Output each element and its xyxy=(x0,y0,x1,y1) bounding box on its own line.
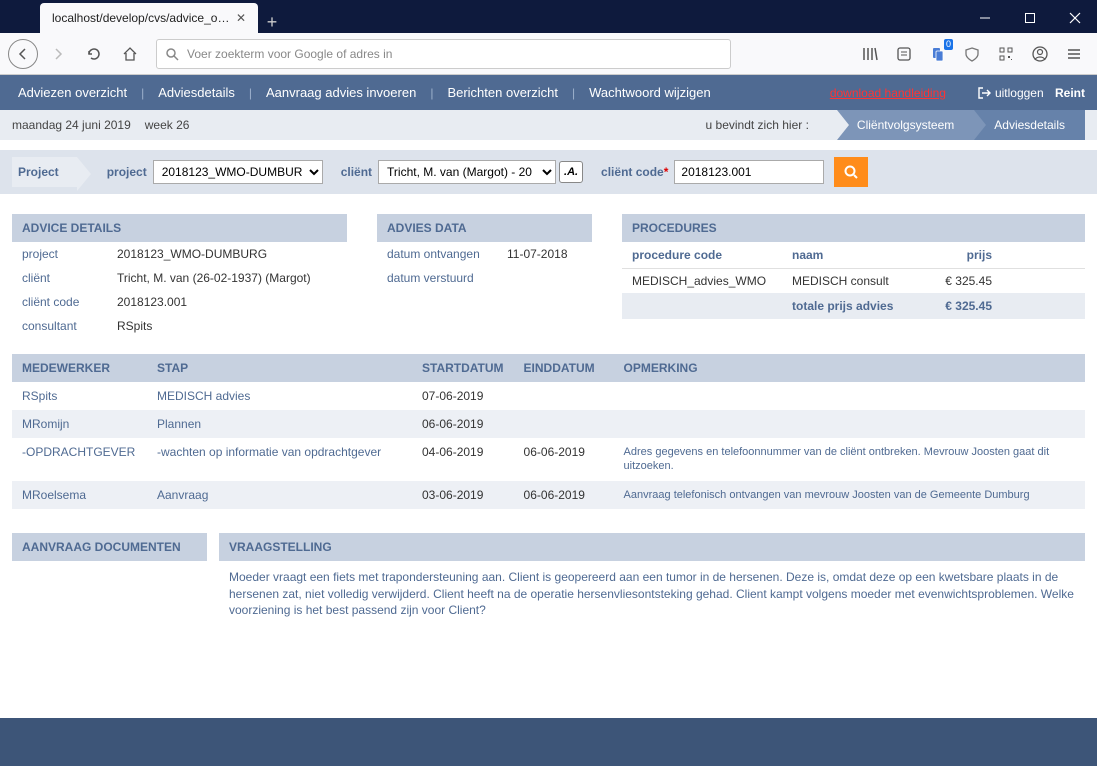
window-close-icon[interactable] xyxy=(1052,3,1097,33)
wf-medewerker-link[interactable]: -OPDRACHTGEVER xyxy=(22,445,135,459)
total-value: € 325.45 xyxy=(927,299,992,313)
client-code-label: cliënt code* xyxy=(601,165,668,179)
forward-button xyxy=(42,38,74,70)
wf-medewerker-link[interactable]: RSpits xyxy=(22,389,57,403)
wf-col-einddatum: EINDDATUM xyxy=(514,354,614,382)
wf-col-medewerker: MEDEWERKER xyxy=(12,354,147,382)
nav-wachtwoord-wijzigen[interactable]: Wachtwoord wijzigen xyxy=(583,85,717,100)
wf-stap-link[interactable]: MEDISCH advies xyxy=(157,389,250,403)
browser-tab[interactable]: localhost/develop/cvs/advice_over… ✕ xyxy=(40,3,258,33)
vraagstelling-panel: VRAAGSTELLING Moeder vraagt een fiets me… xyxy=(219,533,1085,627)
window-maximize-icon[interactable] xyxy=(1007,3,1052,33)
vraagstelling-text: Moeder vraagt een fiets met traponderste… xyxy=(219,561,1085,627)
home-button[interactable] xyxy=(114,38,146,70)
download-handleiding-link[interactable]: download handleiding xyxy=(824,86,952,100)
client-label: cliënt xyxy=(341,165,372,179)
account-icon[interactable] xyxy=(1025,39,1055,69)
proc-col-naam: naam xyxy=(792,248,927,262)
table-row: MRomijn Plannen 06-06-2019 xyxy=(12,410,1085,438)
nav-adviesdetails[interactable]: Adviesdetails xyxy=(152,85,241,100)
nav-aanvraag-invoeren[interactable]: Aanvraag advies invoeren xyxy=(260,85,422,100)
nav-berichten-overzicht[interactable]: Berichten overzicht xyxy=(441,85,564,100)
nav-adviezen-overzicht[interactable]: Adviezen overzicht xyxy=(12,85,133,100)
wf-col-opmerking: OPMERKING xyxy=(614,354,1085,382)
project-bar: Project project 2018123_WMO-DUMBURG clië… xyxy=(0,150,1097,194)
wf-medewerker-link[interactable]: MRomijn xyxy=(22,417,69,431)
current-week: week 26 xyxy=(145,118,190,132)
proc-col-code: procedure code xyxy=(632,248,792,262)
breadcrumb-label: u bevindt zich hier : xyxy=(706,118,809,132)
proc-col-prijs: prijs xyxy=(927,248,992,262)
logout-icon xyxy=(977,86,991,100)
reader-icon[interactable] xyxy=(889,39,919,69)
wf-stap-link[interactable]: Plannen xyxy=(157,417,201,431)
window-minimize-icon[interactable] xyxy=(962,3,1007,33)
procedures-header: PROCEDURES xyxy=(622,214,1085,242)
procedure-total-row: totale prijs advies € 325.45 xyxy=(622,293,1085,319)
wf-medewerker-link[interactable]: MRoelsema xyxy=(22,488,86,502)
notifications-icon[interactable]: 0 xyxy=(923,39,953,69)
new-tab-button[interactable]: + xyxy=(258,12,286,33)
app-nav: Adviezen overzicht| Adviesdetails| Aanvr… xyxy=(0,75,1097,110)
shield-icon[interactable] xyxy=(957,39,987,69)
table-row: RSpits MEDISCH advies 07-06-2019 xyxy=(12,382,1085,410)
app-footer xyxy=(0,718,1097,766)
workflow-table: MEDEWERKER STAP STARTDATUM EINDDATUM OPM… xyxy=(12,354,1085,509)
procedures-panel: PROCEDURES procedure code naam prijs MED… xyxy=(622,214,1085,319)
browser-address-bar: Voer zoekterm voor Google of adres in 0 xyxy=(0,33,1097,75)
browser-tab-bar: localhost/develop/cvs/advice_over… ✕ + xyxy=(0,0,1097,33)
advies-data-header: ADVIES DATA xyxy=(377,214,592,242)
address-search-box[interactable]: Voer zoekterm voor Google of adres in xyxy=(156,39,731,69)
data-row: datum verstuurd xyxy=(377,266,592,290)
detail-row: cliëntTricht, M. van (26-02-1937) (Margo… xyxy=(12,266,347,290)
notification-badge: 0 xyxy=(944,39,953,50)
advies-data-panel: ADVIES DATA datum ontvangen11-07-2018 da… xyxy=(377,214,592,290)
breadcrumb-arrow xyxy=(819,110,837,140)
detail-row: consultantRSpits xyxy=(12,314,347,338)
logout-button[interactable]: uitloggen Reint xyxy=(977,86,1085,100)
documents-panel: AANVRAAG DOCUMENTEN xyxy=(12,533,207,627)
breadcrumb-system[interactable]: Cliëntvolgsysteem xyxy=(837,110,974,140)
vraagstelling-header: VRAAGSTELLING xyxy=(219,533,1085,561)
menu-icon[interactable] xyxy=(1059,39,1089,69)
library-icon[interactable] xyxy=(855,39,885,69)
current-date: maandag 24 juni 2019 xyxy=(12,118,131,132)
detail-row: cliënt code2018123.001 xyxy=(12,290,347,314)
anonymize-button[interactable]: .A. xyxy=(559,161,583,183)
search-icon xyxy=(165,47,179,61)
logout-user: Reint xyxy=(1055,86,1085,100)
wf-stap-link[interactable]: Aanvraag xyxy=(157,488,208,502)
breadcrumb-current: Adviesdetails xyxy=(974,110,1085,140)
table-row: -OPDRACHTGEVER -wachten op informatie va… xyxy=(12,438,1085,481)
project-select[interactable]: 2018123_WMO-DUMBURG xyxy=(153,160,323,184)
advice-details-header: ADVICE DETAILS xyxy=(12,214,347,242)
close-tab-icon[interactable]: ✕ xyxy=(232,11,250,25)
data-row: datum ontvangen11-07-2018 xyxy=(377,242,592,266)
advice-details-panel: ADVICE DETAILS project2018123_WMO-DUMBUR… xyxy=(12,214,347,338)
client-code-input[interactable] xyxy=(674,160,824,184)
client-select[interactable]: Tricht, M. van (Margot) - 20 xyxy=(378,160,556,184)
detail-row: project2018123_WMO-DUMBURG xyxy=(12,242,347,266)
reload-button[interactable] xyxy=(78,38,110,70)
back-button[interactable] xyxy=(8,39,38,69)
search-button[interactable] xyxy=(834,157,868,187)
wf-col-stap: STAP xyxy=(147,354,412,382)
documents-header: AANVRAAG DOCUMENTEN xyxy=(12,533,207,561)
project-label: project xyxy=(107,165,147,179)
search-icon xyxy=(843,164,859,180)
table-row: MRoelsema Aanvraag 03-06-2019 06-06-2019… xyxy=(12,481,1085,509)
search-placeholder: Voer zoekterm voor Google of adres in xyxy=(187,47,392,61)
total-label: totale prijs advies xyxy=(792,299,927,313)
sub-header: maandag 24 juni 2019 week 26 u bevindt z… xyxy=(0,110,1097,140)
logout-label: uitloggen xyxy=(995,86,1044,100)
wf-stap-link[interactable]: -wachten op informatie van opdrachtgever xyxy=(157,445,381,459)
procedure-row: MEDISCH_advies_WMO MEDISCH consult € 325… xyxy=(622,269,1085,293)
qr-icon[interactable] xyxy=(991,39,1021,69)
tab-title: localhost/develop/cvs/advice_over… xyxy=(52,11,232,25)
project-section-label: Project xyxy=(12,157,77,187)
wf-col-startdatum: STARTDATUM xyxy=(412,354,514,382)
